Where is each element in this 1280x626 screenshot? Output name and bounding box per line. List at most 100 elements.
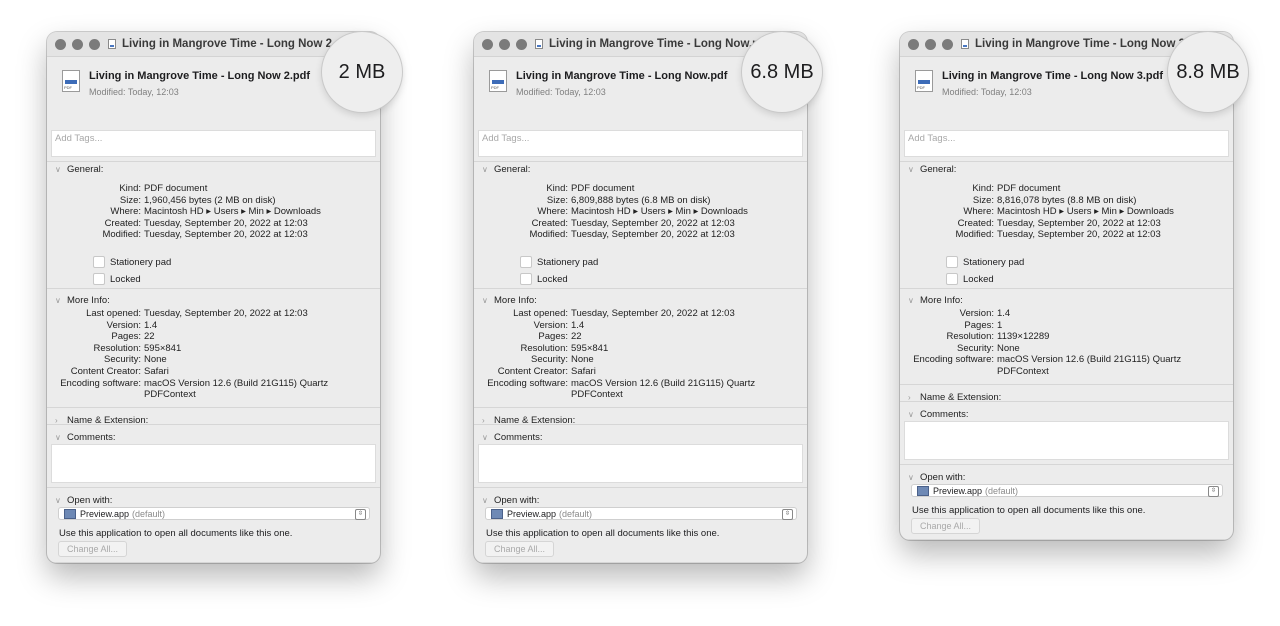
chevron-right-icon: ›: [55, 416, 58, 425]
size-magnifier-callout: 8.8 MB: [1168, 32, 1248, 112]
close-button[interactable]: [55, 38, 66, 50]
open-with-section-toggle[interactable]: ∨ Open with:: [55, 495, 112, 506]
checkbox-label: Stationery pad: [963, 256, 1025, 268]
info-key: Kind:: [972, 183, 994, 194]
stationery-pad-checkbox[interactable]: Stationery pad: [946, 256, 1024, 268]
section-label: Open with:: [920, 472, 966, 483]
close-button[interactable]: [908, 38, 919, 50]
open-with-popup[interactable]: Preview.app (default) ⇳: [58, 507, 370, 520]
app-name: Preview.app: [507, 508, 557, 519]
section-divider: [900, 288, 1233, 289]
info-value: Tuesday, September 20, 2022 at 12:03: [144, 308, 308, 319]
open-with-section-toggle[interactable]: ∨ Open with:: [482, 495, 539, 506]
info-value: Tuesday, September 20, 2022 at 12:03: [571, 229, 735, 241]
checkbox-box: [93, 273, 105, 285]
info-key: Size:: [119, 194, 141, 206]
section-label: Open with:: [67, 495, 113, 506]
zoom-button[interactable]: [942, 38, 953, 50]
open-with-popup[interactable]: Preview.app (default) ⇳: [485, 507, 797, 520]
change-all-button[interactable]: Change All...: [485, 541, 554, 557]
close-button[interactable]: [482, 38, 493, 50]
name-extension-section-toggle[interactable]: › Name & Extension:: [908, 392, 1001, 403]
open-with-section-toggle[interactable]: ∨ Open with:: [908, 472, 965, 483]
comments-textarea[interactable]: [51, 444, 376, 483]
general-section-toggle[interactable]: ∨ General:: [482, 164, 530, 175]
name-extension-section-toggle[interactable]: › Name & Extension:: [482, 415, 575, 426]
stationery-pad-checkbox[interactable]: Stationery pad: [520, 256, 598, 268]
document-proxy-icon[interactable]: [108, 39, 116, 49]
checkbox-box: [93, 256, 105, 268]
comments-textarea[interactable]: [478, 444, 803, 483]
file-name: Living in Mangrove Time - Long Now 3.pdf: [942, 70, 1164, 82]
info-value: 1139×12289: [997, 331, 1050, 343]
info-key: Modified:: [955, 229, 994, 241]
section-label: Name & Extension:: [494, 415, 576, 426]
comments-section-toggle[interactable]: ∨ Comments:: [908, 409, 969, 420]
comments-textarea[interactable]: [904, 421, 1229, 460]
info-value: 22: [144, 331, 155, 343]
tags-field[interactable]: Add Tags...: [478, 130, 803, 157]
document-proxy-icon[interactable]: [535, 39, 543, 49]
app-default-tag: (default): [985, 485, 1019, 496]
window-controls: [908, 38, 953, 50]
chevron-down-icon: ∨: [482, 296, 488, 305]
chevron-right-icon: ›: [908, 393, 911, 402]
stationery-pad-checkbox[interactable]: Stationery pad: [93, 256, 171, 268]
info-key: Resolution:: [93, 342, 141, 354]
info-key: Where:: [963, 206, 994, 218]
info-value: Macintosh HD ▸ Users ▸ Min ▸ Downloads: [144, 206, 321, 218]
document-proxy-icon[interactable]: [961, 39, 969, 49]
change-all-button[interactable]: Change All...: [911, 518, 980, 534]
window-title: Living in Mangrove Time - Long Now.pd: [549, 38, 767, 50]
section-divider: [900, 384, 1233, 385]
checkbox-label: Locked: [537, 273, 568, 285]
file-name: Living in Mangrove Time - Long Now 2.pdf: [89, 70, 311, 82]
locked-checkbox[interactable]: Locked: [520, 273, 568, 285]
info-key: Kind:: [119, 183, 141, 194]
info-value: Tuesday, September 20, 2022 at 12:03: [997, 217, 1161, 229]
info-key: Resolution:: [946, 331, 994, 343]
chevron-down-icon: ∨: [482, 496, 488, 505]
chevron-down-icon: ∨: [908, 473, 914, 482]
minimize-button[interactable]: [925, 38, 936, 50]
general-section-toggle[interactable]: ∨ General:: [908, 164, 956, 175]
info-key: Size:: [972, 194, 994, 206]
more-info-section-toggle[interactable]: ∨ More Info:: [908, 295, 963, 306]
section-divider: [900, 161, 1233, 162]
modified-summary: Modified: Today, 12:03: [942, 87, 1032, 97]
more-info-section-toggle[interactable]: ∨ More Info:: [482, 295, 537, 306]
section-label: General:: [494, 164, 531, 175]
checkbox-box: [946, 273, 958, 285]
info-key: Size:: [546, 194, 568, 206]
info-key: Kind:: [546, 183, 568, 194]
window-controls: [55, 38, 100, 50]
info-value: 8,816,078 bytes (8.8 MB on disk): [997, 194, 1137, 206]
info-window: Living in Mangrove Time - Long Now.pd Liv…: [474, 32, 807, 563]
minimize-button[interactable]: [72, 38, 83, 50]
app-name: Preview.app: [933, 485, 983, 496]
section-label: Comments:: [67, 432, 116, 443]
locked-checkbox[interactable]: Locked: [946, 273, 994, 285]
info-value: 1: [997, 319, 1003, 331]
zoom-button[interactable]: [89, 38, 100, 50]
locked-checkbox[interactable]: Locked: [93, 273, 141, 285]
open-with-popup[interactable]: Preview.app (default) ⇳: [911, 484, 1223, 497]
pdf-file-icon: [489, 70, 507, 92]
zoom-button[interactable]: [516, 38, 527, 50]
window-title: Living in Mangrove Time - Long Now 2.p: [122, 38, 343, 50]
comments-section-toggle[interactable]: ∨ Comments:: [482, 432, 543, 443]
info-key: Last opened:: [86, 308, 141, 319]
info-value: PDF document: [997, 183, 1061, 194]
name-extension-section-toggle[interactable]: › Name & Extension:: [55, 415, 148, 426]
checkbox-label: Stationery pad: [537, 256, 599, 268]
tags-field[interactable]: Add Tags...: [904, 130, 1229, 157]
more-info-section-toggle[interactable]: ∨ More Info:: [55, 295, 110, 306]
comments-section-toggle[interactable]: ∨ Comments:: [55, 432, 116, 443]
general-section-toggle[interactable]: ∨ General:: [55, 164, 103, 175]
section-label: General:: [920, 164, 957, 175]
info-key: Version:: [106, 319, 141, 331]
change-all-button[interactable]: Change All...: [58, 541, 127, 557]
tags-field[interactable]: Add Tags...: [51, 130, 376, 157]
section-divider: [47, 562, 380, 563]
minimize-button[interactable]: [499, 38, 510, 50]
